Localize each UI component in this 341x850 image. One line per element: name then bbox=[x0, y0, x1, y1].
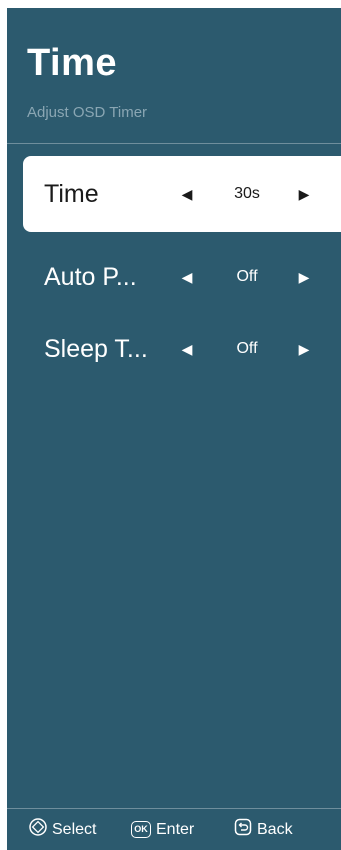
hint-back-label: Back bbox=[257, 820, 293, 838]
back-icon bbox=[234, 818, 252, 841]
ok-button-icon: OK bbox=[131, 821, 151, 838]
arrow-left-icon[interactable]: ◀ bbox=[179, 156, 195, 232]
header-divider bbox=[7, 143, 341, 144]
arrow-right-icon[interactable]: ▶ bbox=[296, 311, 312, 387]
page-subtitle: Adjust OSD Timer bbox=[27, 104, 148, 121]
hint-enter: OK Enter bbox=[131, 809, 194, 850]
hint-back: Back bbox=[234, 809, 293, 850]
osd-panel: Time Adjust OSD Timer Time ◀ 30s ▶ Auto … bbox=[7, 8, 341, 850]
hint-select: Select bbox=[29, 809, 96, 850]
setting-label: Auto P... bbox=[44, 263, 137, 291]
hint-select-label: Select bbox=[52, 820, 97, 838]
setting-value: Off bbox=[236, 268, 258, 285]
page-title: Time bbox=[27, 42, 118, 84]
arrow-right-icon[interactable]: ▶ bbox=[296, 156, 312, 232]
setting-row-sleep-timer[interactable]: Sleep T... ◀ Off ▶ bbox=[23, 311, 341, 387]
setting-label: Time bbox=[44, 180, 99, 208]
arrow-right-icon[interactable]: ▶ bbox=[296, 239, 312, 315]
setting-value: 30s bbox=[234, 185, 260, 202]
setting-row-auto-power[interactable]: Auto P... ◀ Off ▶ bbox=[23, 239, 341, 315]
dpad-icon bbox=[29, 818, 47, 841]
hint-enter-label: Enter bbox=[156, 820, 195, 838]
arrow-left-icon[interactable]: ◀ bbox=[179, 239, 195, 315]
setting-label: Sleep T... bbox=[44, 335, 148, 363]
setting-value: Off bbox=[236, 340, 258, 357]
footer-hints: Select OK Enter Back bbox=[7, 809, 341, 850]
setting-row-time[interactable]: Time ◀ 30s ▶ bbox=[23, 156, 341, 232]
arrow-left-icon[interactable]: ◀ bbox=[179, 311, 195, 387]
